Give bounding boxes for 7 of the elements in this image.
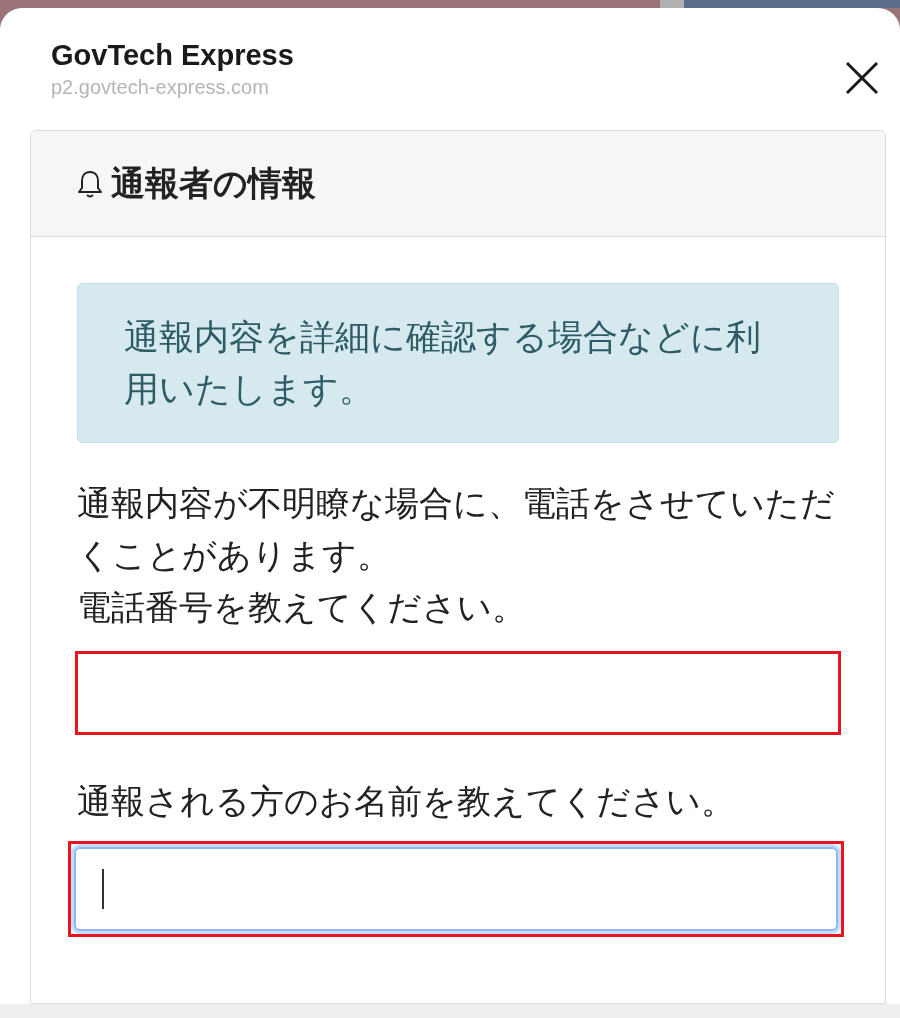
info-alert: 通報内容を詳細に確認する場合などに利用いたします。: [77, 283, 839, 443]
field-label: 通報内容が不明瞭な場合に、電話をさせていただくことがあります。 電話番号を教えてください。: [77, 483, 836, 628]
field-label: 通報される方のお名前を教えてください。: [77, 781, 736, 822]
site-title: GovTech Express: [51, 38, 294, 73]
site-url: p2.govtech-express.com: [51, 75, 270, 100]
bell-icon: [77, 168, 103, 199]
card-title: 通報者の情報: [111, 163, 316, 204]
